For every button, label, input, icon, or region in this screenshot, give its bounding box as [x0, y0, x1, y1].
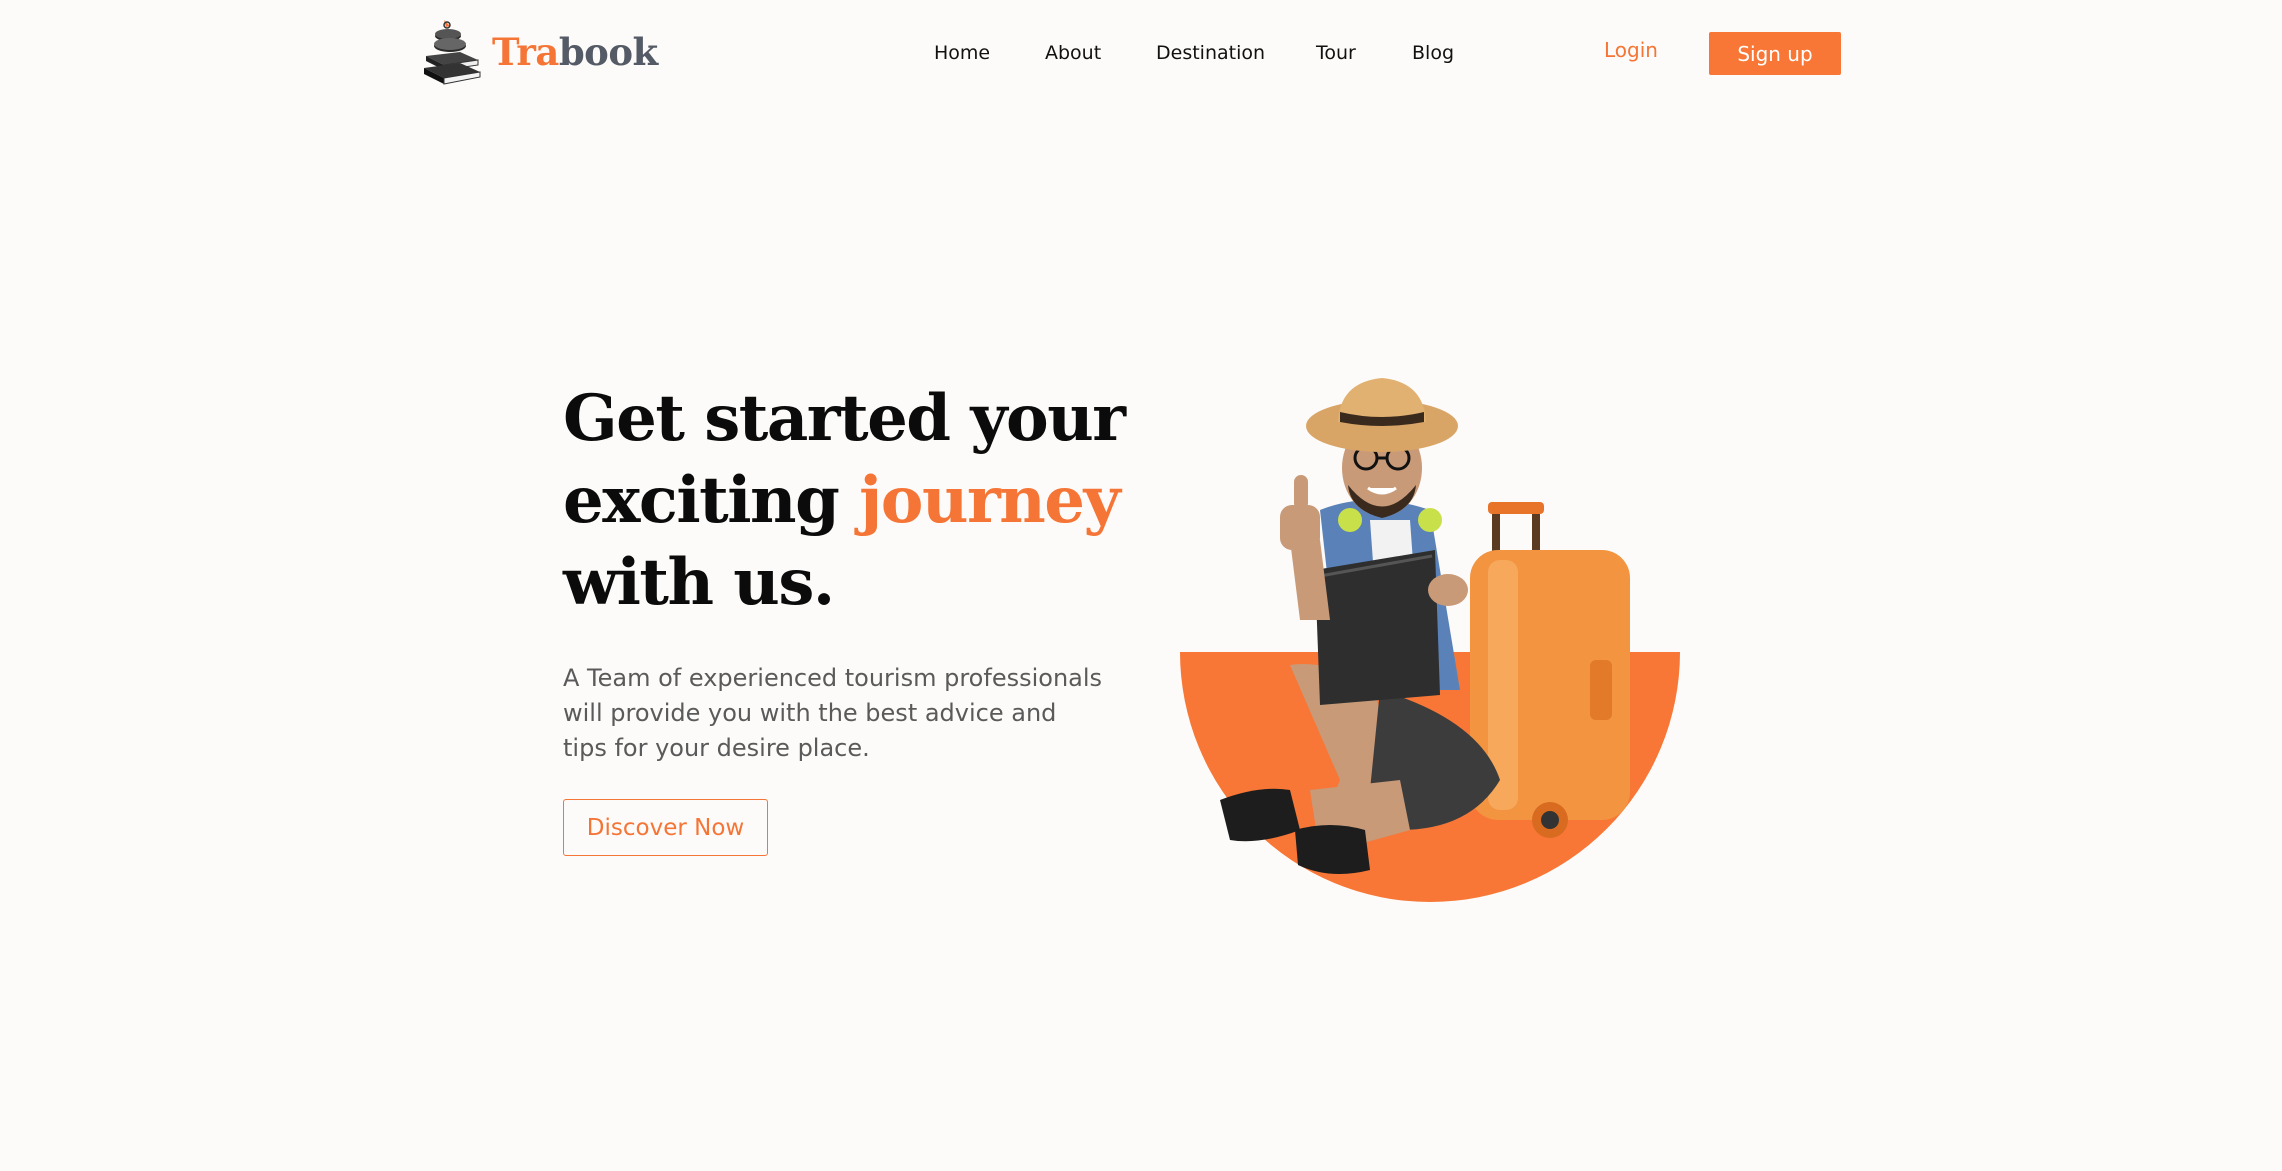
nav-item-tour[interactable]: Tour: [1316, 42, 1356, 64]
nav-item-destination[interactable]: Destination: [1156, 42, 1265, 64]
brand-name-accent: Tra: [492, 30, 559, 74]
nav-item-home[interactable]: Home: [934, 42, 990, 64]
brand-name: Trabook: [492, 30, 658, 74]
hero-title-highlight: journey: [859, 463, 1121, 538]
hero-title-line1: Get started your: [563, 381, 1126, 456]
hero-description: A Team of experienced tourism profession…: [563, 664, 1103, 762]
login-link[interactable]: Login: [1604, 38, 1658, 62]
signup-button[interactable]: Sign up: [1709, 32, 1841, 75]
brand-logo[interactable]: Trabook: [420, 14, 658, 90]
stacked-books-compass-icon: [424, 20, 481, 85]
hero-title-line2: exciting: [563, 463, 860, 538]
hero-title-line3: with us.: [563, 545, 835, 620]
discover-now-button[interactable]: Discover Now: [563, 799, 768, 856]
hero-title: Get started your exciting journey with u…: [563, 378, 1203, 624]
nav-item-about[interactable]: About: [1045, 42, 1101, 64]
traveler-with-suitcase-illustration: [1180, 378, 1680, 902]
brand-name-rest: book: [558, 30, 658, 74]
nav-item-blog[interactable]: Blog: [1412, 42, 1454, 64]
